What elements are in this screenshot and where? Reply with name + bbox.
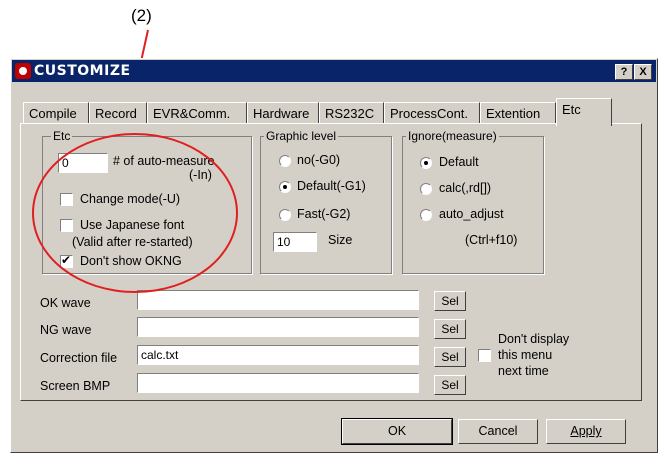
etc-group-legend: Etc <box>51 129 73 143</box>
tab-evr-comm[interactable]: EVR&Comm. <box>147 102 247 124</box>
dont-display-line1: Don't display <box>498 332 570 346</box>
radio-default-g1[interactable] <box>279 181 291 193</box>
ng-wave-label: NG wave <box>40 323 92 337</box>
close-button[interactable]: X <box>634 64 652 80</box>
change-mode-checkbox[interactable] <box>60 193 73 206</box>
radio-fast-g2[interactable] <box>279 209 291 221</box>
ok-wave-input[interactable] <box>137 290 419 310</box>
auto-measure-label: # of auto-measure <box>113 154 215 168</box>
dont-display-checkbox[interactable] <box>478 349 491 362</box>
help-button[interactable]: ? <box>615 64 633 80</box>
tab-record[interactable]: Record <box>89 102 147 124</box>
ok-wave-label: OK wave <box>40 296 91 310</box>
tab-compile[interactable]: Compile <box>23 102 89 124</box>
japanese-font-note: (Valid after re-started) <box>72 235 193 249</box>
dont-show-okng-checkbox[interactable] <box>60 253 73 268</box>
auto-measure-input[interactable]: 0 <box>58 153 108 173</box>
radio-fast-g2-label: Fast(-G2) <box>297 207 351 221</box>
graphic-level-legend: Graphic level <box>264 129 339 143</box>
size-label: Size <box>328 233 353 247</box>
japanese-font-label: Use Japanese font <box>80 218 185 232</box>
tab-hardware[interactable]: Hardware <box>247 102 319 124</box>
radio-ignore-calc[interactable] <box>420 183 432 195</box>
radio-ignore-default[interactable] <box>420 157 432 169</box>
correction-file-input[interactable]: calc.txt <box>137 345 419 365</box>
correction-file-sel-button[interactable]: Sel <box>434 347 466 367</box>
auto-measure-sub: (-In) <box>189 168 212 182</box>
change-mode-label: Change mode(-U) <box>80 192 181 206</box>
radio-ignore-auto-adjust-label: auto_adjust <box>439 207 504 221</box>
ok-button[interactable]: OK <box>341 418 453 445</box>
window-title: CUSTOMIZE <box>34 63 131 79</box>
ok-wave-sel-button[interactable]: Sel <box>434 291 466 311</box>
size-input[interactable]: 10 <box>273 232 317 252</box>
radio-no-g0-label: no(-G0) <box>297 153 341 167</box>
ignore-hotkey-note: (Ctrl+f10) <box>465 233 518 247</box>
ignore-measure-legend: Ignore(measure) <box>406 129 499 143</box>
radio-default-g1-label: Default(-G1) <box>297 179 366 193</box>
radio-ignore-default-label: Default <box>439 155 479 169</box>
dont-show-okng-label: Don't show OKNG <box>80 254 182 268</box>
screen-bmp-sel-button[interactable]: Sel <box>434 375 466 395</box>
tab-etc[interactable]: Etc <box>556 98 612 126</box>
radio-ignore-auto-adjust[interactable] <box>420 209 432 221</box>
ng-wave-input[interactable] <box>137 317 419 337</box>
tab-rs232c[interactable]: RS232C <box>319 102 384 124</box>
dont-display-line3: next time <box>498 364 549 378</box>
dont-display-line2: this menu <box>498 348 553 362</box>
app-icon <box>15 63 31 79</box>
screen-bmp-input[interactable] <box>137 373 419 393</box>
screen-bmp-label: Screen BMP <box>40 379 111 393</box>
correction-file-label: Correction file <box>40 351 118 365</box>
radio-ignore-calc-label: calc(,rd[]) <box>439 181 492 195</box>
apply-button[interactable]: Apply <box>546 419 626 444</box>
tab-extention[interactable]: Extention <box>480 102 556 124</box>
cancel-button[interactable]: Cancel <box>458 419 538 444</box>
japanese-font-checkbox[interactable] <box>60 219 73 232</box>
radio-no-g0[interactable] <box>279 155 291 167</box>
tab-processcont[interactable]: ProcessCont. <box>384 102 480 124</box>
ng-wave-sel-button[interactable]: Sel <box>434 319 466 339</box>
